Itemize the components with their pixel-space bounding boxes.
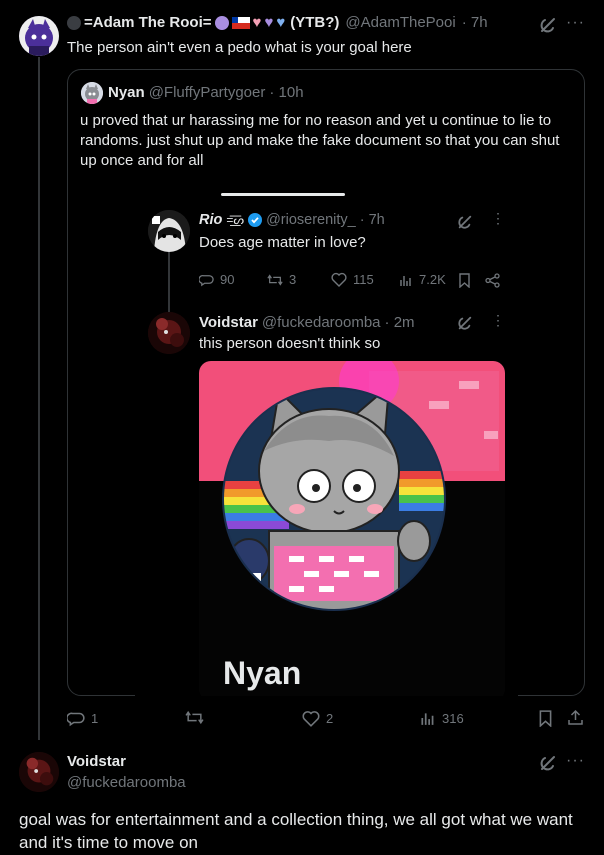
tweet-header: =Adam The Rooi= ♥ ♥ ♥ (YTB?) @AdamThePoo… (67, 14, 488, 31)
inner-more-icon: ⋮ (491, 210, 505, 226)
nyan-profile-artwork (199, 361, 505, 696)
inner-author-handle-voidstar: @fuckedaroomba (261, 314, 381, 331)
inner-tweet-a-text: Does age matter in love? (199, 234, 366, 251)
voidstar-handle[interactable]: @fuckedaroomba (67, 774, 186, 791)
avatar-nyan[interactable] (81, 82, 103, 104)
inner-retweet-action: 3 (267, 272, 296, 287)
voidstar-name[interactable]: Voidstar (67, 753, 126, 770)
inner-like-count: 115 (353, 272, 374, 287)
chile-flag-icon (231, 16, 250, 29)
quote-author-name[interactable]: Nyan (108, 84, 145, 101)
purple-circle-emoji (214, 15, 229, 30)
more-icon[interactable]: ··· (566, 14, 585, 32)
like-icon (302, 711, 320, 727)
inner-like-action: 115 (331, 272, 374, 287)
author-name-suffix: (YTB?) (290, 14, 340, 31)
pink-heart-icon: ♥ (252, 14, 262, 31)
author-handle[interactable]: @AdamThePooi (345, 14, 455, 31)
share-icon[interactable] (567, 709, 584, 726)
more-icon-2[interactable]: ··· (566, 752, 585, 770)
inner-grok-icon-b (457, 315, 473, 331)
inner-time-voidstar: · 2m (384, 314, 415, 331)
quote-text: u proved that ur harassing me for no rea… (80, 112, 560, 169)
quote-author-handle[interactable]: @FluffyPartygoer (149, 84, 266, 101)
inner-tweet-b-text: this person doesn't think so (199, 335, 381, 352)
tweet-time[interactable]: · 7h (462, 14, 488, 31)
avatar-rio (148, 210, 190, 252)
avatar-adam[interactable] (19, 16, 59, 56)
views-action[interactable]: 316 (420, 710, 464, 726)
purple-heart-icon: ♥ (264, 14, 274, 31)
avatar-voidstar[interactable] (19, 752, 59, 792)
inner-views-count: 7.2K (419, 272, 446, 287)
voidstar-tweet-text: goal was for entertainment and a collect… (19, 810, 573, 852)
thread-line (38, 57, 40, 740)
like-count: 2 (326, 711, 334, 726)
views-icon (421, 713, 434, 725)
inner-share-icon (485, 273, 500, 288)
views-count: 316 (442, 710, 464, 726)
inner-grok-icon (457, 214, 473, 230)
inner-views-action: 7.2K (399, 272, 446, 287)
reply-action[interactable]: 1 (67, 709, 98, 727)
grok-icon-2[interactable] (539, 754, 557, 772)
retweet-action[interactable] (185, 710, 210, 725)
screenshot-top-bar (221, 193, 345, 196)
bookmark-icon[interactable] (538, 710, 553, 727)
retweet-icon (185, 710, 204, 725)
inner-tweet-a-header: Rio =͟͟͞͞ᔕ @rioserenity_ · 7h (199, 212, 385, 228)
avatar-voidstar-inner (148, 312, 190, 354)
inner-author-handle-rio: @rioserenity_ (266, 212, 356, 228)
like-action[interactable]: 2 (302, 710, 333, 727)
inner-reply-action: 90 (199, 272, 234, 287)
quote-header: Nyan @FluffyPartygoer · 10h (108, 84, 304, 101)
views-icon (400, 275, 411, 286)
inner-reply-count: 90 (220, 272, 235, 287)
inner-bookmark-icon (458, 273, 471, 288)
verified-icon (248, 213, 263, 227)
reply-icon (67, 712, 85, 727)
retweet-icon (267, 273, 283, 286)
author-name[interactable]: =Adam The Rooi= (84, 14, 212, 31)
inner-author-decor: =͟͟͞͞ᔕ (226, 213, 245, 227)
inner-author-name-voidstar: Voidstar (199, 314, 258, 331)
like-icon (331, 272, 347, 287)
inner-retweet-count: 3 (289, 272, 297, 287)
black-circle-emoji (67, 15, 81, 30)
inner-tweet-b-header: Voidstar @fuckedaroomba · 2m (199, 314, 415, 331)
quote-time: · 10h (269, 84, 304, 101)
inner-time-rio: · 7h (359, 212, 385, 228)
reply-count: 1 (91, 710, 99, 726)
blue-heart-icon: ♥ (276, 14, 286, 31)
screenshot-thread-line (168, 251, 170, 315)
grok-icon[interactable] (539, 16, 557, 34)
tweet-text: The person ain't even a pedo what is you… (67, 39, 412, 56)
inner-media-image: Nyan (199, 361, 505, 696)
inner-author-name-rio: Rio (199, 212, 223, 228)
reply-icon (199, 275, 214, 287)
inner-image-caption: Nyan (223, 655, 302, 691)
quote-media-screenshot[interactable]: Rio =͟͟͞͞ᔕ @rioserenity_ · 7h ⋮ Does age… (135, 184, 518, 696)
inner-more-icon-b: ⋮ (491, 312, 505, 328)
